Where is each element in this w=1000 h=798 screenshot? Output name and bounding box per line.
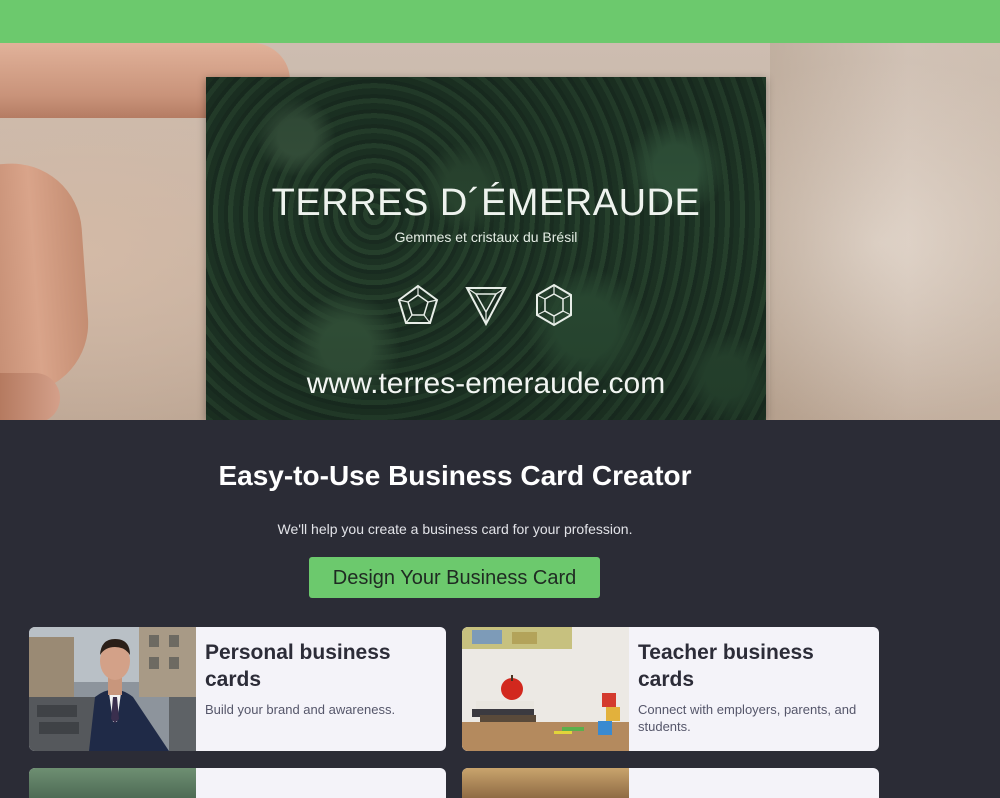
top-navigation-bar — [0, 0, 1000, 43]
hexagon-gem-icon — [536, 283, 572, 327]
hand-edge-image — [0, 373, 60, 420]
main-content: Easy-to-Use Business Card Creator We'll … — [0, 420, 1000, 798]
category-description: Connect with employers, parents, and stu… — [638, 702, 857, 734]
category-title: Teacher business cards — [638, 641, 814, 691]
holding-thumb-image — [0, 158, 93, 398]
triangle-gem-icon — [465, 287, 507, 327]
teacher-desk-photo — [462, 627, 629, 751]
category-photo-partial — [29, 768, 196, 798]
design-card-button[interactable]: Design Your Business Card — [309, 557, 600, 598]
card-company-name: TERRES D´ÉMERAUDE — [271, 182, 701, 224]
category-description: Build your brand and awareness. — [205, 702, 396, 717]
page-subheadline: We'll help you create a business card fo… — [277, 521, 633, 537]
category-card-partial[interactable] — [462, 768, 879, 798]
category-card-teacher[interactable]: Teacher business cards Connect with empl… — [462, 627, 879, 751]
category-card-personal[interactable]: Personal business cards Build your brand… — [29, 627, 446, 751]
page-headline: Easy-to-Use Business Card Creator — [218, 460, 692, 491]
category-photo-partial — [462, 768, 629, 798]
businessman-photo — [29, 627, 196, 751]
card-tagline: Gemmes et cristaux du Brésil — [394, 229, 578, 245]
pentagon-gem-icon — [397, 284, 439, 324]
category-card-partial[interactable] — [29, 768, 446, 798]
card-website-url: www.terres-emeraude.com — [306, 367, 666, 400]
sample-business-card: TERRES D´ÉMERAUDE Gemmes et cristaux du … — [206, 77, 766, 420]
category-title: Personal business cards — [205, 641, 391, 691]
hero-background-blur — [770, 43, 1000, 420]
hero-banner: TERRES D´ÉMERAUDE Gemmes et cristaux du … — [0, 43, 1000, 420]
gem-icon-row — [206, 282, 766, 328]
